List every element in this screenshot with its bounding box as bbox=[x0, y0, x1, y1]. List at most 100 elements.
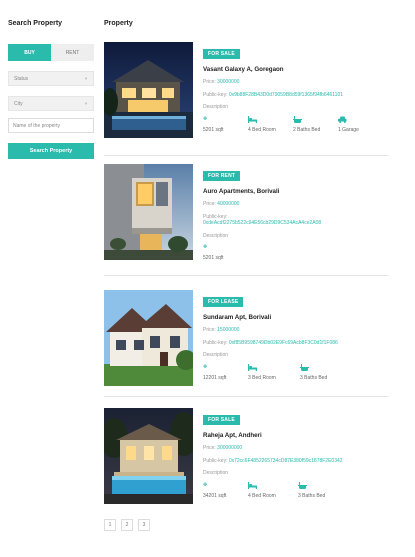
villa-pool-image bbox=[104, 408, 193, 504]
status-badge: FOR SALE bbox=[203, 49, 240, 59]
bedroom-value: 4 Bed Room bbox=[248, 126, 276, 133]
bed-icon bbox=[248, 363, 300, 373]
public-key-line: Public-key: 0xdeAcdf2275b522c94E56cb29D9… bbox=[203, 214, 389, 227]
property-name[interactable]: Vasant Galaxy A, Goregaon bbox=[203, 66, 389, 73]
page-3-button[interactable]: 3 bbox=[138, 519, 150, 531]
property-photo[interactable] bbox=[104, 408, 193, 504]
price-line: Price: 15000000 bbox=[203, 327, 389, 334]
property-photo[interactable] bbox=[104, 290, 193, 386]
public-key-value: 0xf85B9598749Db02E9Fc69Acb8F3C0d1f1F086 bbox=[228, 339, 338, 346]
page-1-button[interactable]: 1 bbox=[104, 519, 116, 531]
area-value: 12201 sqft bbox=[203, 374, 227, 381]
feature-row: ✥ 5201 sqft bbox=[203, 244, 389, 261]
public-key-line: Public-key: 0x9b88F28B43D0d79059B8d59f13… bbox=[203, 92, 389, 99]
property-name-input[interactable]: Name of the property bbox=[8, 118, 94, 133]
feature-row: ✥ 5201 sqft 4 Bed Room 2 Baths Bed 1 Gar… bbox=[203, 115, 389, 133]
car-icon bbox=[338, 116, 383, 125]
property-card: FOR LEASE Sundaram Apt, Borivali Price: … bbox=[104, 290, 389, 400]
status-select-label: Status bbox=[14, 75, 29, 82]
bathtub-icon bbox=[300, 363, 345, 373]
price-label: Price: bbox=[203, 79, 216, 85]
search-property-button[interactable]: Search Property bbox=[8, 143, 94, 159]
price-label: Price: bbox=[203, 445, 216, 451]
description-label: Description bbox=[203, 470, 229, 476]
description-label: Description bbox=[203, 352, 229, 358]
property-info: FOR LEASE Sundaram Apt, Borivali Price: … bbox=[203, 290, 389, 381]
bath-feature: 3 Baths Bed bbox=[300, 363, 345, 381]
house-night-image bbox=[104, 42, 193, 138]
arrows-move-icon: ✥ bbox=[203, 363, 208, 370]
card-divider bbox=[104, 155, 389, 156]
garage-value: 1 Garage bbox=[338, 126, 359, 133]
chevron-down-icon: ▼ bbox=[84, 101, 88, 106]
public-key-line: Public-key: 0xf85B9598749Db02E9Fc69Acb8F… bbox=[203, 340, 389, 347]
buy-tab[interactable]: BUY bbox=[8, 44, 51, 61]
property-card: FOR SALE Vasant Galaxy A, Goregaon Price… bbox=[104, 42, 389, 156]
area-feature: ✥ 12201 sqft bbox=[203, 364, 248, 381]
public-key-label: Public-key: bbox=[203, 213, 228, 220]
public-key-label: Public-key: bbox=[203, 91, 228, 98]
feature-row: ✥ 12201 sqft 3 Bed Room 3 Baths Bed bbox=[203, 363, 389, 381]
property-card: FOR RENT Auro Apartments, Borivali Price… bbox=[104, 164, 389, 276]
search-sidebar: Search Property BUY RENT Status ▼ City ▼… bbox=[8, 20, 94, 159]
bedroom-value: 3 Bed Room bbox=[248, 374, 276, 381]
price-value: 15000000 bbox=[217, 327, 240, 333]
rent-tab[interactable]: RENT bbox=[51, 44, 94, 61]
property-name-placeholder: Name of the property bbox=[13, 122, 60, 129]
tudor-house-image bbox=[104, 290, 193, 386]
city-select-label: City bbox=[14, 100, 23, 107]
price-line: Price: 300000000 bbox=[203, 445, 389, 452]
property-name[interactable]: Raheja Apt, Andheri bbox=[203, 432, 389, 439]
bath-feature: 3 Baths Bed bbox=[298, 481, 343, 499]
bedroom-value: 4 Bed Room bbox=[248, 492, 276, 499]
page-2-button[interactable]: 2 bbox=[121, 519, 133, 531]
price-label: Price: bbox=[203, 201, 216, 207]
sidebar-title: Search Property bbox=[8, 20, 63, 27]
bathtub-icon bbox=[293, 115, 338, 125]
status-badge: FOR SALE bbox=[203, 415, 240, 425]
public-key-value: 0x9b88F28B43D0d79059B8d59f1365f94fb64611… bbox=[228, 91, 344, 98]
property-info: FOR RENT Auro Apartments, Borivali Price… bbox=[203, 164, 389, 261]
area-feature: ✥ 5201 sqft bbox=[203, 116, 248, 133]
bedroom-feature: 4 Bed Room bbox=[248, 481, 298, 499]
arrows-move-icon: ✥ bbox=[203, 115, 208, 122]
bedroom-feature: 3 Bed Room bbox=[248, 363, 300, 381]
chevron-down-icon: ▼ bbox=[84, 76, 88, 81]
property-name[interactable]: Sundaram Apt, Borivali bbox=[203, 314, 389, 321]
pagination: 1 2 3 bbox=[104, 519, 155, 531]
arrows-move-icon: ✥ bbox=[203, 244, 208, 250]
area-value: 5201 sqft bbox=[203, 126, 224, 133]
public-key-value: 0x72cc6F4852265734cD87E380f59c1878F2E034… bbox=[228, 457, 343, 464]
apartment-dusk-image bbox=[104, 164, 193, 260]
price-line: Price: 30000000 bbox=[203, 79, 389, 86]
bed-icon bbox=[248, 481, 298, 491]
property-name[interactable]: Auro Apartments, Borivali bbox=[203, 188, 389, 195]
arrows-move-icon: ✥ bbox=[203, 481, 208, 488]
status-badge: FOR LEASE bbox=[203, 297, 244, 307]
page-title: Property bbox=[104, 20, 133, 27]
price-label: Price: bbox=[203, 327, 216, 333]
property-photo[interactable] bbox=[104, 42, 193, 138]
property-info: FOR SALE Vasant Galaxy A, Goregaon Price… bbox=[203, 42, 389, 133]
price-value: 40000000 bbox=[217, 201, 240, 207]
bath-feature: 2 Baths Bed bbox=[293, 115, 338, 133]
price-line: Price: 40000000 bbox=[203, 201, 389, 208]
property-info: FOR SALE Raheja Apt, Andheri Price: 3000… bbox=[203, 408, 389, 499]
area-value: 5201 sqft bbox=[203, 255, 224, 261]
public-key-label: Public-key: bbox=[203, 457, 228, 464]
bath-value: 3 Baths Bed bbox=[298, 492, 326, 499]
card-divider bbox=[104, 275, 389, 276]
description-label: Description bbox=[203, 232, 229, 239]
buy-rent-toggle: BUY RENT bbox=[8, 44, 94, 61]
bed-icon bbox=[248, 115, 293, 125]
public-key-label: Public-key: bbox=[203, 339, 228, 346]
bath-value: 3 Baths Bed bbox=[300, 374, 328, 381]
bathtub-icon bbox=[298, 481, 343, 491]
status-select[interactable]: Status ▼ bbox=[8, 71, 94, 86]
city-select[interactable]: City ▼ bbox=[8, 96, 94, 111]
property-photo[interactable] bbox=[104, 164, 193, 260]
property-card: FOR SALE Raheja Apt, Andheri Price: 3000… bbox=[104, 408, 389, 518]
price-value: 300000000 bbox=[217, 445, 243, 451]
description-label: Description bbox=[203, 104, 229, 110]
card-divider bbox=[104, 396, 389, 397]
